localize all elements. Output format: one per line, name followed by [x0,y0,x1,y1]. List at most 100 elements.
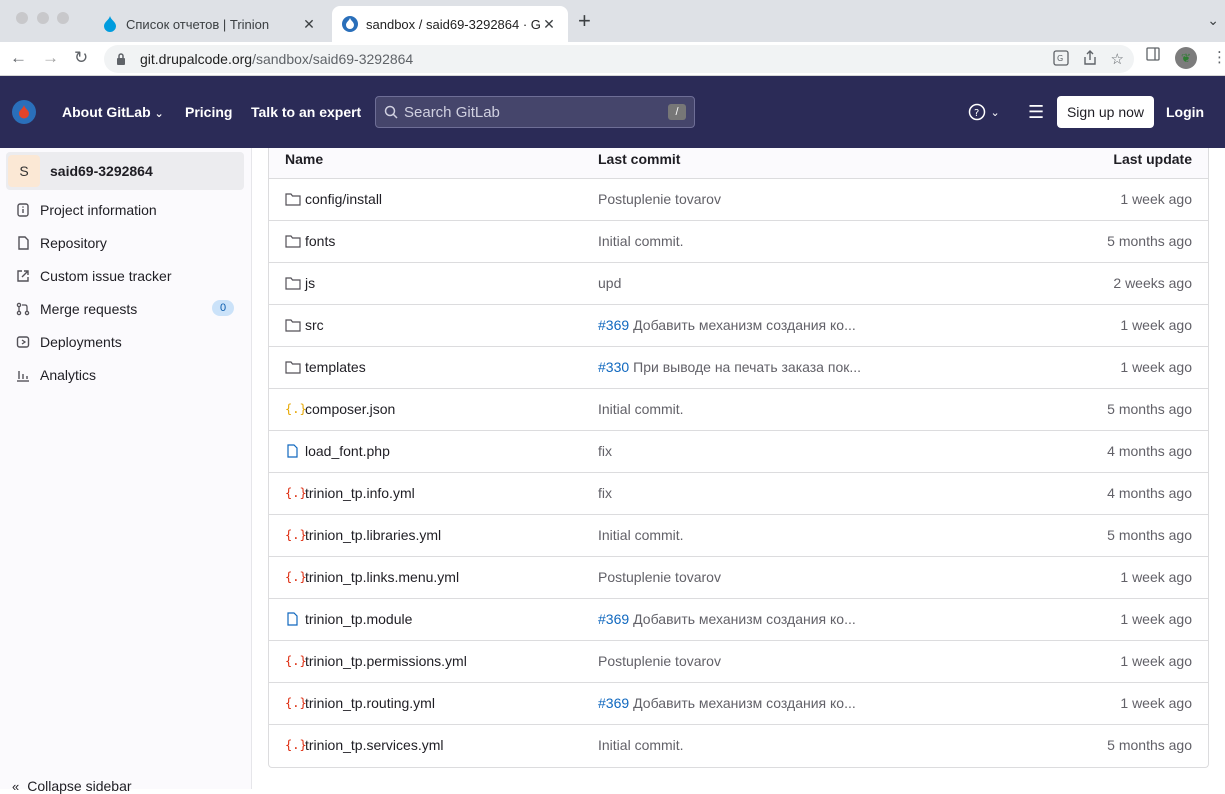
file-name-link[interactable]: js [285,275,315,291]
file-name: trinion_tp.routing.yml [305,695,435,711]
close-icon[interactable]: ✕ [300,16,318,33]
window-zoom-dot[interactable] [57,12,69,24]
last-commit-link[interactable]: Initial commit. [598,401,684,417]
table-row[interactable]: js upd 2 weeks ago [269,263,1208,305]
search-input[interactable]: Search GitLab / [375,96,695,128]
table-row[interactable]: {.} trinion_tp.links.menu.yml Postuplenie … [269,557,1208,599]
file-name-link[interactable]: {.} trinion_tp.info.yml [285,485,415,501]
file-name: load_font.php [305,443,390,459]
more-menu-icon[interactable]: ⋮ [1212,48,1225,66]
file-name-link[interactable]: {.} trinion_tp.routing.yml [285,695,435,711]
table-row[interactable]: load_font.php fix 4 months ago [269,431,1208,473]
last-commit-link[interactable]: Initial commit. [598,737,684,753]
file-name-link[interactable]: {.} trinion_tp.links.menu.yml [285,569,459,585]
file-name-link[interactable]: {.} trinion_tp.permissions.yml [285,653,467,669]
last-update-time: 2 weeks ago [1113,275,1192,291]
sidebar-item-custom-issue-tracker[interactable]: Custom issue tracker [16,266,236,286]
table-row[interactable]: {.} trinion_tp.info.yml fix 4 months ago [269,473,1208,515]
file-name-link[interactable]: {.} trinion_tp.libraries.yml [285,527,441,543]
sidebar-item-deployments[interactable]: Deployments [16,332,236,352]
sidebar-item-analytics[interactable]: Analytics [16,365,236,385]
window-close-dot[interactable] [16,12,28,24]
file-name-link[interactable]: {.} composer.json [285,401,395,417]
about-gitlab-menu[interactable]: About GitLab ⌄ [62,104,164,120]
issue-ref-link[interactable]: #369 [598,317,629,333]
table-row[interactable]: {.} trinion_tp.permissions.yml Postuplenie… [269,641,1208,683]
sidebar-item-merge-requests[interactable]: Merge requests 0 [16,299,236,319]
issue-ref-link[interactable]: #369 [598,695,629,711]
side-panel-icon[interactable] [1146,47,1160,61]
star-icon[interactable]: ☆ [1111,50,1124,68]
pricing-link[interactable]: Pricing [185,104,232,120]
file-name-link[interactable]: src [285,317,324,333]
project-name: said69-3292864 [50,163,153,179]
last-commit-link[interactable]: fix [598,485,612,501]
share-icon[interactable] [1083,50,1097,68]
login-link[interactable]: Login [1166,104,1204,120]
yaml-file-icon: {.} [285,696,307,710]
table-row[interactable]: {.} trinion_tp.routing.yml #369 Добавить ме… [269,683,1208,725]
window-minimize-dot[interactable] [37,12,49,24]
chevron-down-icon[interactable]: ⌄ [1207,12,1219,29]
browser-tab-sandbox[interactable]: sandbox / said69-3292864 · G ✕ [332,6,568,42]
table-row[interactable]: {.} composer.json Initial commit. 5 months … [269,389,1208,431]
sidebar-item-project-information[interactable]: Project information [16,200,236,220]
reload-icon[interactable]: ↻ [74,48,88,68]
double-chevron-left-icon: « [12,778,20,794]
last-commit-link[interactable]: Initial commit. [598,233,684,249]
new-tab-icon[interactable]: + [578,10,591,32]
browser-tab-trinion[interactable]: Список отчетов | Trinion ✕ [92,6,328,42]
merge-requests-count-badge: 0 [212,300,234,316]
last-commit-link[interactable]: #330 При выводе на печать заказа пок... [598,359,861,375]
issue-ref-link[interactable]: #330 [598,359,629,375]
chart-icon [16,368,32,382]
sign-up-button[interactable]: Sign up now [1057,96,1154,128]
table-row[interactable]: config/install Postuplenie tovarov 1 week … [269,179,1208,221]
commit-message: Добавить механизм создания ко... [633,317,856,333]
last-commit-link[interactable]: Postuplenie tovarov [598,653,721,669]
profile-avatar[interactable]: ❦ [1175,47,1197,69]
last-update-time: 5 months ago [1107,737,1192,753]
project-sidebar: S said69-3292864 Project information Rep… [0,148,252,794]
issue-ref-link[interactable]: #369 [598,611,629,627]
last-update-time: 4 months ago [1107,485,1192,501]
file-name-link[interactable]: load_font.php [285,443,390,459]
last-commit-link[interactable]: #369 Добавить механизм создания ко... [598,695,856,711]
merge-request-icon [16,302,32,316]
sidebar-project-header[interactable]: S said69-3292864 [6,152,244,190]
sidebar-item-label: Analytics [40,367,97,383]
file-name-link[interactable]: templates [285,359,366,375]
column-header-last-commit: Last commit [598,151,681,167]
hamburger-menu-icon[interactable]: ☰ [1028,102,1044,123]
commit-message: Initial commit. [598,233,684,249]
file-name-link[interactable]: {.} trinion_tp.services.yml [285,737,444,753]
sidebar-item-repository[interactable]: Repository [16,233,236,253]
table-row[interactable]: trinion_tp.module #369 Добавить механизм с… [269,599,1208,641]
last-commit-link[interactable]: Initial commit. [598,527,684,543]
last-commit-link[interactable]: #369 Добавить механизм создания ко... [598,611,856,627]
forward-icon[interactable]: → [42,48,59,68]
table-row[interactable]: templates #330 При выводе на печать заказа… [269,347,1208,389]
last-commit-link[interactable]: #369 Добавить механизм создания ко... [598,317,856,333]
last-commit-link[interactable]: fix [598,443,612,459]
table-row[interactable]: {.} trinion_tp.libraries.yml Initial commi… [269,515,1208,557]
back-icon[interactable]: ← [10,48,27,68]
collapse-sidebar-button[interactable]: « Collapse sidebar [12,778,132,794]
gitlab-logo[interactable] [12,100,36,124]
last-commit-link[interactable]: Postuplenie tovarov [598,569,721,585]
sidebar-item-label: Custom issue tracker [40,268,172,284]
talk-to-expert-link[interactable]: Talk to an expert [251,104,361,120]
last-commit-link[interactable]: upd [598,275,621,291]
help-menu[interactable]: ? ⌄ [968,103,1000,121]
last-commit-link[interactable]: Postuplenie tovarov [598,191,721,207]
table-row[interactable]: {.} trinion_tp.services.yml Initial commit… [269,725,1208,767]
yaml-file-icon: {.} [285,528,307,542]
table-row[interactable]: src #369 Добавить механизм создания ко... 1… [269,305,1208,347]
close-icon[interactable]: ✕ [540,16,558,33]
url-field[interactable]: git.drupalcode.org/sandbox/said69-329286… [104,45,1134,73]
file-name-link[interactable]: trinion_tp.module [285,611,412,627]
translate-icon[interactable]: G [1052,50,1069,68]
file-name-link[interactable]: fonts [285,233,335,249]
file-name-link[interactable]: config/install [285,191,382,207]
table-row[interactable]: fonts Initial commit. 5 months ago [269,221,1208,263]
